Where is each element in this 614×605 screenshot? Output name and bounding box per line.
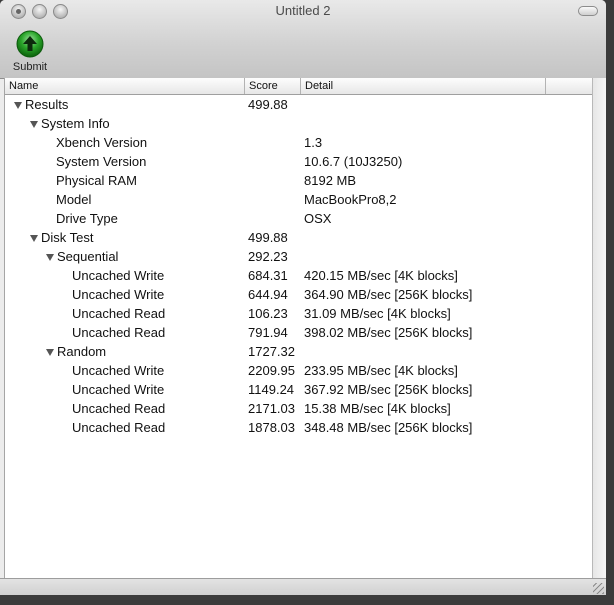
row-detail: 420.15 MB/sec [4K blocks] xyxy=(304,268,458,283)
row-detail: 348.48 MB/sec [256K blocks] xyxy=(304,420,473,435)
row-name: Random xyxy=(57,344,107,359)
row-name: Uncached Write xyxy=(72,382,165,397)
row-name: Uncached Read xyxy=(72,306,166,321)
column-detail-header[interactable]: Detail xyxy=(301,78,546,94)
row-name: Physical RAM xyxy=(56,173,137,188)
up-arrow-circle-icon xyxy=(16,30,44,58)
resize-grip-icon[interactable] xyxy=(593,583,604,594)
column-name-header[interactable]: Name xyxy=(5,78,245,94)
outline-row[interactable]: Model MacBookPro8,2 xyxy=(5,190,593,209)
row-name-cell: System Info xyxy=(30,114,110,133)
row-detail: 31.09 MB/sec [4K blocks] xyxy=(304,306,451,321)
column-score-header[interactable]: Score xyxy=(245,78,301,94)
row-score: 499.88 xyxy=(248,97,288,112)
row-name: Uncached Read xyxy=(72,325,166,340)
row-name-cell: Random xyxy=(46,342,106,361)
row-name: Uncached Write xyxy=(72,287,165,302)
row-name: Uncached Read xyxy=(72,401,166,416)
title-bar: Untitled 2 Submit xyxy=(0,0,606,79)
row-detail: MacBookPro8,2 xyxy=(304,192,397,207)
row-name-cell: Disk Test xyxy=(30,228,94,247)
row-detail: 8192 MB xyxy=(304,173,357,188)
row-name: Xbench Version xyxy=(56,135,148,150)
row-name: Uncached Write xyxy=(72,268,165,283)
outline-row[interactable]: Xbench Version 1.3 xyxy=(5,133,593,152)
row-name: Model xyxy=(56,192,92,207)
row-detail: 398.02 MB/sec [256K blocks] xyxy=(304,325,473,340)
row-name: System Version xyxy=(56,154,147,169)
row-name: Uncached Read xyxy=(72,420,166,435)
outline-rows: Results 499.88 System Info Xbench Versio… xyxy=(5,95,593,437)
outline-row[interactable]: Physical RAM 8192 MB xyxy=(5,171,593,190)
outline-row[interactable]: Uncached Read 2171.03 15.38 MB/sec [4K b… xyxy=(5,399,593,418)
disclosure-triangle-icon[interactable] xyxy=(30,121,38,128)
disclosure-triangle-icon[interactable] xyxy=(46,254,54,261)
row-score: 2171.03 xyxy=(248,401,295,416)
row-name: Sequential xyxy=(57,249,119,264)
row-score: 499.88 xyxy=(248,230,288,245)
row-detail: 15.38 MB/sec [4K blocks] xyxy=(304,401,451,416)
disclosure-triangle-icon[interactable] xyxy=(30,235,38,242)
submit-button[interactable]: Submit xyxy=(8,30,52,76)
row-name-cell: Sequential xyxy=(46,247,118,266)
outline-row[interactable]: System Info xyxy=(5,114,593,133)
row-score: 1878.03 xyxy=(248,420,295,435)
outline-row[interactable]: Sequential 292.23 xyxy=(5,247,593,266)
outline-row[interactable]: Results 499.88 xyxy=(5,95,593,114)
column-extra-header[interactable] xyxy=(546,78,593,94)
row-score: 1727.32 xyxy=(248,344,295,359)
results-outline[interactable]: Name Score Detail Results 499.88 System … xyxy=(4,78,594,578)
row-score: 644.94 xyxy=(248,287,288,302)
row-score: 2209.95 xyxy=(248,363,295,378)
outline-row[interactable]: Uncached Write 684.31 420.15 MB/sec [4K … xyxy=(5,266,593,285)
row-name: Disk Test xyxy=(41,230,94,245)
row-name-cell: Results xyxy=(14,95,68,114)
outline-row[interactable]: Disk Test 499.88 xyxy=(5,228,593,247)
disclosure-triangle-icon[interactable] xyxy=(46,349,54,356)
row-score: 106.23 xyxy=(248,306,288,321)
vertical-scrollbar[interactable] xyxy=(592,78,606,578)
row-score: 1149.24 xyxy=(248,382,295,397)
row-score: 684.31 xyxy=(248,268,288,283)
outline-row[interactable]: Drive Type OSX xyxy=(5,209,593,228)
outline-row[interactable]: Uncached Write 644.94 364.90 MB/sec [256… xyxy=(5,285,593,304)
row-score: 292.23 xyxy=(248,249,288,264)
outline-row[interactable]: Uncached Read 791.94 398.02 MB/sec [256K… xyxy=(5,323,593,342)
outline-row[interactable]: Uncached Read 1878.03 348.48 MB/sec [256… xyxy=(5,418,593,437)
disclosure-triangle-icon[interactable] xyxy=(14,102,22,109)
outline-row[interactable]: Uncached Write 1149.24 367.92 MB/sec [25… xyxy=(5,380,593,399)
app-window: Untitled 2 Submit Name Score Detail Resu… xyxy=(0,0,606,595)
row-name: Results xyxy=(25,97,69,112)
window-title: Untitled 2 xyxy=(275,3,331,18)
bottom-bar xyxy=(0,578,606,595)
row-name: Drive Type xyxy=(56,211,118,226)
submit-label: Submit xyxy=(12,61,48,73)
row-detail: 10.6.7 (10J3250) xyxy=(304,154,403,169)
outline-row[interactable]: System Version 10.6.7 (10J3250) xyxy=(5,152,593,171)
row-name: Uncached Write xyxy=(72,363,165,378)
row-detail: OSX xyxy=(304,211,332,226)
row-score: 791.94 xyxy=(248,325,288,340)
outline-row[interactable]: Uncached Read 106.23 31.09 MB/sec [4K bl… xyxy=(5,304,593,323)
column-header: Name Score Detail xyxy=(5,78,593,95)
row-name: System Info xyxy=(41,116,110,131)
outline-row[interactable]: Uncached Write 2209.95 233.95 MB/sec [4K… xyxy=(5,361,593,380)
row-detail: 364.90 MB/sec [256K blocks] xyxy=(304,287,473,302)
row-detail: 1.3 xyxy=(304,135,323,150)
row-detail: 367.92 MB/sec [256K blocks] xyxy=(304,382,473,397)
row-detail: 233.95 MB/sec [4K blocks] xyxy=(304,363,458,378)
toolbar-toggle-button[interactable] xyxy=(578,6,598,16)
outline-row[interactable]: Random 1727.32 xyxy=(5,342,593,361)
